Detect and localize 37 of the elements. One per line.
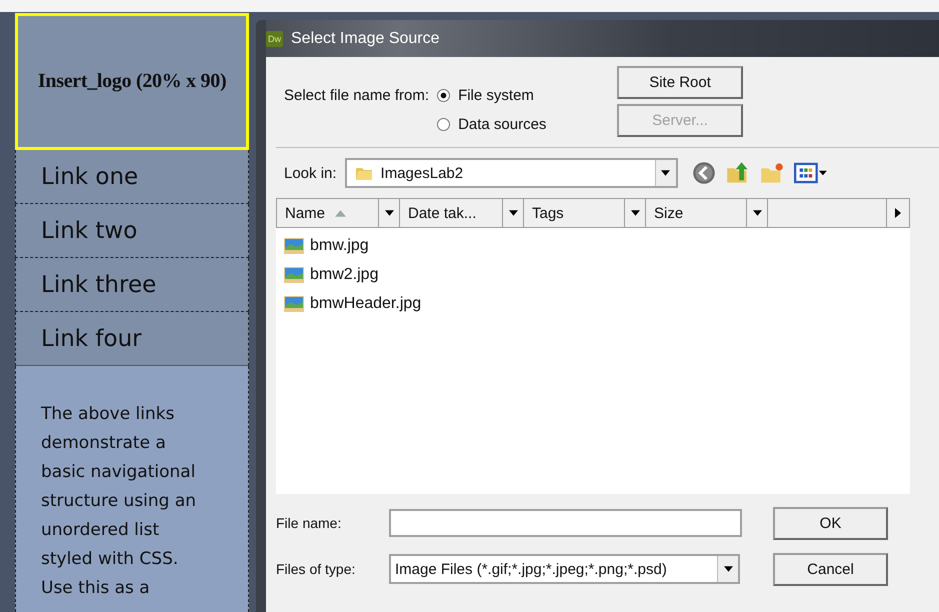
image-file-icon [284, 296, 304, 312]
radio-button[interactable] [437, 118, 450, 131]
radio-label[interactable]: File system [458, 87, 534, 104]
nav-link[interactable]: Link three [15, 258, 250, 312]
nav-link[interactable]: Link one [15, 150, 250, 204]
new-folder-icon[interactable] [760, 161, 784, 185]
file-type-dropdown[interactable]: Image Files (*.gif;*.jpg;*.jpeg;*.png;*.psd) [389, 554, 740, 584]
file-name-label: File name: [276, 515, 342, 531]
radio-button[interactable] [437, 89, 450, 102]
ok-button[interactable]: OK [773, 506, 888, 540]
file-item[interactable]: bmwHeader.jpg [276, 289, 910, 318]
look-in-dropdown[interactable]: ImagesLab2 [344, 158, 678, 188]
column-header[interactable]: Date tak... [400, 199, 524, 227]
window-title: Select Image Source [291, 30, 440, 48]
nav-link[interactable]: Link four [15, 312, 250, 366]
sidebar-paragraph: The above links demonstrate a basic navigational structure using an unordered list styled with CSS. Use this as a [41, 403, 198, 600]
view-menu-icon[interactable] [794, 161, 828, 185]
file-item[interactable]: bmw2.jpg [276, 260, 910, 289]
placeholder-label: Insert_logo (20% x 90) [38, 70, 226, 93]
image-file-icon [284, 266, 304, 282]
look-in-label: Look in: [284, 164, 337, 182]
radio-label[interactable]: Data sources [458, 116, 546, 133]
column-header[interactable]: Name [277, 199, 400, 227]
source-label: Select file name from: [284, 87, 430, 106]
app-logo-icon: Dw [266, 30, 283, 46]
image-file-icon [284, 238, 304, 254]
nav-link[interactable]: Link two [15, 204, 250, 258]
column-header[interactable]: Tags [524, 199, 646, 227]
up-folder-icon[interactable] [726, 161, 750, 185]
back-icon[interactable] [692, 161, 716, 185]
column-header[interactable]: Size [646, 199, 768, 227]
file-type-label: Files of type: [276, 561, 356, 577]
sort-ascending-icon [335, 210, 346, 216]
cancel-button[interactable]: Cancel [773, 552, 888, 586]
dialog-button[interactable]: Site Root [617, 66, 744, 99]
file-item[interactable]: bmw.jpg [276, 231, 910, 260]
file-name-field[interactable] [389, 509, 742, 537]
